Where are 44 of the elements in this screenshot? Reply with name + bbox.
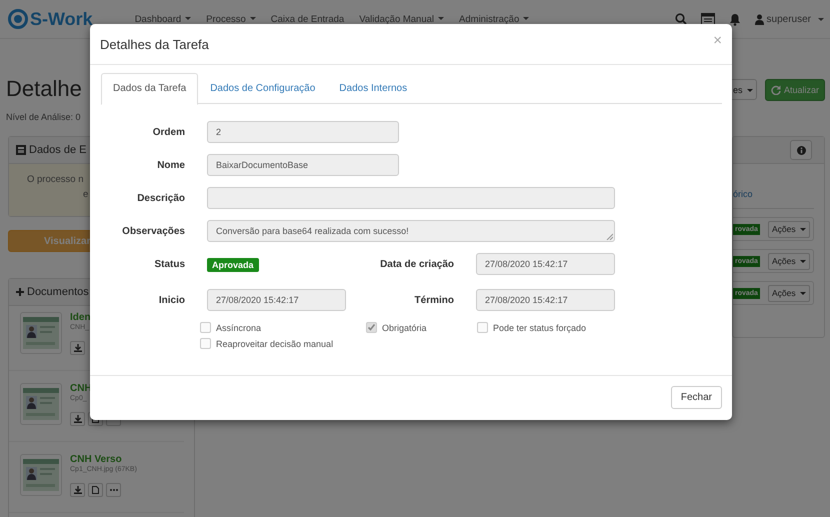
date-field[interactable]: 27/08/2020 15:42:17 — [476, 289, 615, 311]
menu-item[interactable]: Dashboard — [134, 14, 192, 24]
field-label: Inicio — [158, 294, 185, 306]
field-label: Término — [414, 294, 454, 306]
date-field[interactable]: 27/08/2020 15:42:17 — [476, 253, 615, 275]
field-label: Descrição — [136, 192, 185, 204]
tab[interactable]: Dados Internos — [327, 73, 420, 103]
checkbox-label: Assíncrona — [216, 322, 262, 332]
actions-button[interactable]: Ações — [768, 220, 810, 238]
tab[interactable]: Dados de Configuração — [198, 73, 328, 103]
close-button[interactable]: Fechar — [670, 386, 722, 409]
panel-title: Documentos — [27, 286, 89, 298]
input-field[interactable]: BaixarDocumentoBase — [207, 154, 399, 176]
field-label: Nome — [156, 160, 185, 170]
actions-button[interactable]: Ações — [768, 252, 810, 270]
field-label: Ordem — [152, 126, 185, 138]
menu-item[interactable]: Validação Manual — [359, 14, 444, 24]
analysis-level: Nível de Análise: 0 — [6, 112, 82, 122]
actions-button[interactable]: Ações — [768, 284, 810, 302]
field-label: Data de criação — [379, 258, 454, 270]
tab[interactable]: Dados da Tarefa — [101, 73, 198, 105]
history-tab[interactable]: órico — [733, 189, 753, 199]
user-menu[interactable]: superuser — [754, 14, 824, 24]
warning-text: O processo n — [27, 174, 84, 185]
field-label: Status — [153, 258, 185, 270]
dialog-title: Detalhes da Tarefa — [100, 36, 209, 52]
input-field[interactable]: 2 — [207, 121, 399, 143]
date-field[interactable]: 27/08/2020 15:42:17 — [207, 289, 346, 311]
document-name[interactable]: CNH Verso — [70, 454, 137, 465]
checkbox-label: Obrigatória — [382, 322, 427, 332]
logo-text: S-Work — [30, 8, 93, 30]
panel-title: Dados de E — [29, 144, 86, 156]
menu-item[interactable]: Administração — [459, 14, 530, 24]
menu-item[interactable]: Processo — [206, 14, 256, 24]
text-area[interactable]: Conversão para base64 realizada com sucesso! — [207, 220, 615, 242]
warning-text: e — [83, 189, 88, 200]
status-badge: Aprovada — [207, 258, 259, 272]
close-button[interactable]: × — [713, 32, 722, 48]
document-name[interactable]: Iden — [70, 312, 91, 323]
checkbox-label: Reaproveitar decisão manual — [216, 338, 334, 348]
page-title: Detalhe — [6, 75, 82, 103]
menu-item[interactable]: Caixa de Entrada — [270, 14, 344, 24]
checkbox-label: Pode ter status forçado — [493, 322, 586, 332]
field-label: Observações — [121, 226, 185, 236]
